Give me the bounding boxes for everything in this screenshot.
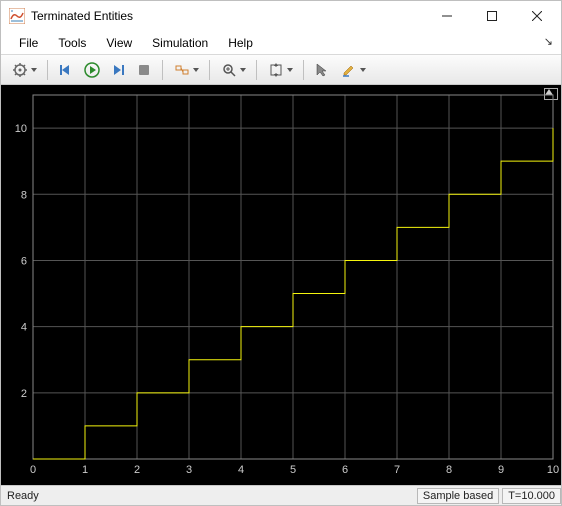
menu-help[interactable]: Help [220,34,261,52]
menu-view[interactable]: View [98,34,140,52]
separator [47,60,48,80]
step-forward-icon [110,62,126,78]
highlight-icon [174,62,190,78]
menubar: File Tools View Simulation Help ↘ [1,31,561,55]
maximize-button[interactable] [469,2,514,31]
svg-text:5: 5 [290,464,296,476]
step-forward-button[interactable] [106,58,130,82]
svg-text:6: 6 [342,464,348,476]
edit-button[interactable] [336,58,370,82]
status-time: T=10.000 [502,488,561,504]
svg-text:8: 8 [446,464,452,476]
svg-text:6: 6 [21,255,27,267]
autoscale-button[interactable] [263,58,297,82]
cursor-measure-button[interactable] [310,58,334,82]
svg-text:4: 4 [238,464,244,476]
cursor-icon [314,62,330,78]
stop-icon [136,62,152,78]
settings-button[interactable] [7,58,41,82]
scope-plot[interactable]: 0 1 2 3 4 5 6 7 8 9 10 2 4 6 8 10 [1,85,561,485]
status-ready: Ready [7,490,39,502]
svg-text:10: 10 [547,464,559,476]
close-button[interactable] [514,2,559,31]
run-button[interactable] [80,58,104,82]
svg-text:7: 7 [394,464,400,476]
stop-button[interactable] [132,58,156,82]
separator [162,60,163,80]
gear-icon [12,62,28,78]
svg-text:9: 9 [498,464,504,476]
separator [256,60,257,80]
step-back-button[interactable] [54,58,78,82]
zoom-button[interactable] [216,58,250,82]
menu-file[interactable]: File [11,34,46,52]
window-title: Terminated Entities [31,9,424,23]
minimize-button[interactable] [424,2,469,31]
app-window: Terminated Entities File Tools View Simu… [0,0,562,506]
separator [303,60,304,80]
step-back-icon [58,62,74,78]
status-mode: Sample based [417,488,499,504]
menu-simulation[interactable]: Simulation [144,34,216,52]
svg-text:1: 1 [82,464,88,476]
svg-text:2: 2 [134,464,140,476]
menu-overflow-icon[interactable]: ↘ [544,35,553,48]
highlight-signal-button[interactable] [169,58,203,82]
svg-text:4: 4 [21,322,27,334]
titlebar: Terminated Entities [1,1,561,31]
svg-text:8: 8 [21,189,27,201]
app-icon [9,8,25,24]
separator [209,60,210,80]
pencil-icon [341,62,357,78]
autoscale-icon [268,62,284,78]
status-bar: Ready Sample based T=10.000 [1,485,561,505]
svg-text:10: 10 [15,123,27,135]
toolbar [1,55,561,85]
svg-text:2: 2 [21,388,27,400]
zoom-icon [221,62,237,78]
play-icon [84,62,100,78]
svg-text:3: 3 [186,464,192,476]
svg-text:0: 0 [30,464,36,476]
menu-tools[interactable]: Tools [50,34,94,52]
